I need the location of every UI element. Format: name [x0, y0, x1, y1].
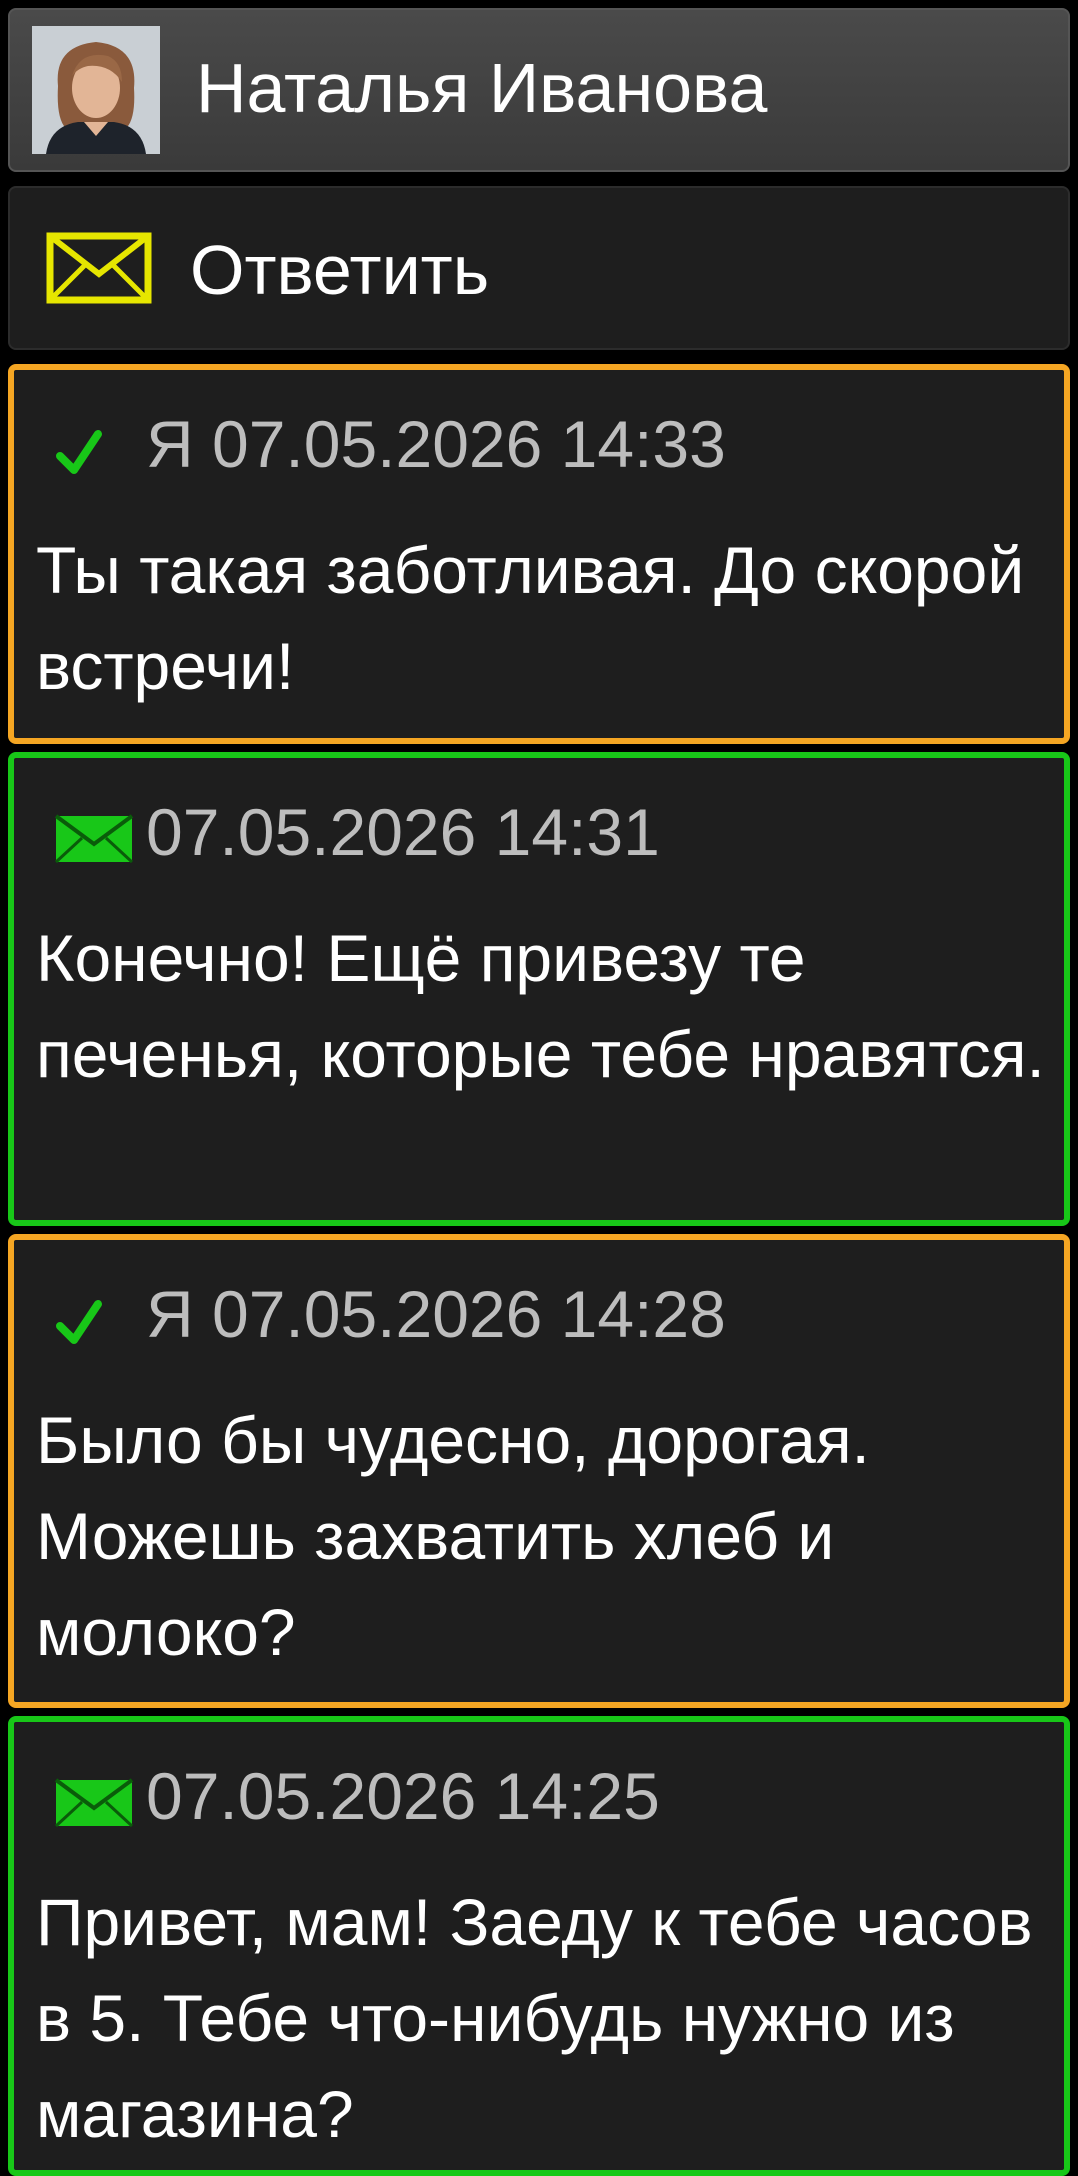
avatar	[32, 26, 160, 154]
message-meta: Я 07.05.2026 14:28	[146, 1277, 726, 1351]
message-text: Привет, мам! Заеду к тебе часов в 5. Теб…	[36, 1885, 1033, 2151]
message-item[interactable]: Я 07.05.2026 14:33 Ты такая заботливая. …	[8, 364, 1070, 744]
message-meta: 07.05.2026 14:25	[146, 1759, 660, 1833]
reply-label: Ответить	[190, 231, 490, 309]
checkmark-icon	[56, 430, 102, 474]
message-text: Ты такая заботливая. До скорой встречи!	[36, 533, 1025, 703]
message-text: Было бы чудесно, дорогая. Можешь захвати…	[36, 1403, 870, 1669]
contact-header[interactable]: Наталья Иванова	[8, 8, 1070, 172]
message-meta: Я 07.05.2026 14:33	[146, 407, 726, 481]
checkmark-icon	[56, 1300, 102, 1344]
message-item[interactable]: 07.05.2026 14:25 Привет, мам! Заеду к те…	[8, 1716, 1070, 2176]
envelope-icon	[54, 814, 134, 864]
reply-button[interactable]: Ответить	[8, 186, 1070, 350]
message-item[interactable]: 07.05.2026 14:31 Конечно! Ещё привезу те…	[8, 752, 1070, 1226]
message-item[interactable]: Я 07.05.2026 14:28 Было бы чудесно, доро…	[8, 1234, 1070, 1708]
contact-name: Наталья Иванова	[196, 49, 768, 127]
envelope-icon	[54, 1778, 134, 1828]
message-meta: 07.05.2026 14:31	[146, 795, 660, 869]
message-text: Конечно! Ещё привезу те печенья, которые…	[36, 921, 1045, 1091]
envelope-icon	[46, 232, 152, 304]
